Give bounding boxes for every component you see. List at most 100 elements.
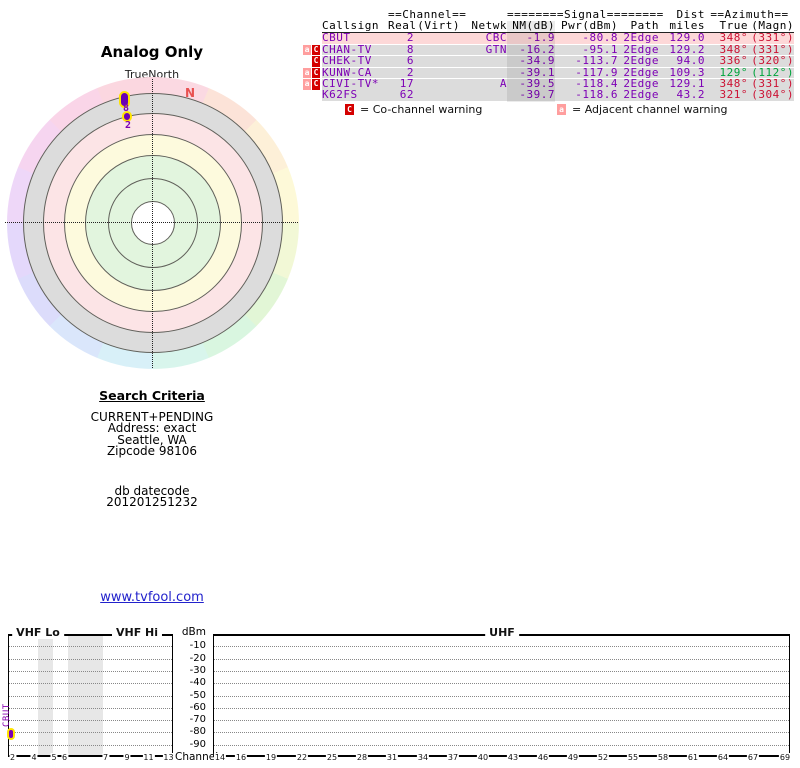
- compass-north-label: N: [185, 86, 196, 100]
- gridline--20-dbm: [9, 658, 172, 660]
- dbm-axis-title: dBm: [181, 626, 206, 638]
- dbm-tick--10: -10: [189, 640, 206, 652]
- channel-tick-58: 58: [656, 752, 670, 762]
- cell-netwk: [460, 56, 507, 67]
- gridline--50-dbm: [214, 695, 789, 697]
- gridline--80-dbm: [9, 732, 172, 734]
- channel-axis-title: Channel: [175, 751, 219, 763]
- cell-virt: [414, 68, 460, 79]
- marker-label-2: 2: [125, 120, 132, 131]
- gridline--10-dbm: [214, 646, 789, 648]
- adjacent-channel-warning-icon: a: [303, 67, 311, 79]
- cell-netwk: [460, 90, 507, 101]
- channel-tick-69: 69: [778, 752, 792, 762]
- dbm-tick--50: -50: [189, 689, 206, 701]
- column-header-miles: miles: [669, 18, 705, 32]
- search-zipcode: Zipcode 98106: [106, 444, 198, 458]
- gridline--80-dbm: [214, 732, 789, 734]
- channel-tick-11: 11: [142, 752, 155, 762]
- channel-tick-46: 46: [536, 752, 550, 762]
- gridline--30-dbm: [9, 670, 172, 672]
- channel-tick-4: 4: [30, 752, 38, 762]
- uhf-panel: [213, 634, 790, 757]
- dbm-tick--20: -20: [189, 652, 206, 664]
- column-header-path: Path: [630, 18, 659, 32]
- cell-virt: [414, 56, 460, 67]
- gridline--30-dbm: [214, 670, 789, 672]
- column-header-virt: (Virt): [417, 18, 460, 32]
- channel-tick-67: 67: [746, 752, 760, 762]
- column-header-magn_az: (Magn): [751, 18, 794, 32]
- gridline--70-dbm: [9, 720, 172, 722]
- co-channel-warning-icon: C: [345, 104, 354, 115]
- table-row-k62fs: K62FS 62 -39.7 -118.6 2Edge 43.2 321° (304°): [322, 90, 794, 101]
- cell-magn_az: (304°): [751, 88, 794, 102]
- channel-tick-7: 7: [101, 752, 110, 762]
- cell-nm_db: -39.7: [519, 88, 555, 102]
- channel-tick-14: 14: [213, 752, 227, 762]
- column-header-netwk: Netwk: [471, 18, 507, 32]
- marker-label-8: 8: [123, 103, 130, 114]
- vhf-lo-label: VHF Lo: [12, 626, 64, 639]
- cell-netwk: A: [499, 77, 507, 90]
- gridline--40-dbm: [9, 683, 172, 685]
- gridline--90-dbm: [9, 744, 172, 746]
- channel-tick-52: 52: [596, 752, 610, 762]
- gridline--60-dbm: [9, 707, 172, 709]
- channel-tick-9: 9: [123, 752, 131, 762]
- dbm-tick--80: -80: [189, 726, 206, 738]
- cell-miles: 43.2: [676, 88, 705, 102]
- channel-tick-34: 34: [416, 752, 430, 762]
- column-header-pwr_dbm: Pwr(dBm): [561, 18, 618, 32]
- cell-true_az: 321°: [719, 88, 748, 102]
- channel-tick-40: 40: [476, 752, 490, 762]
- tvfool-link[interactable]: www.tvfool.com: [100, 590, 204, 605]
- cell-callsign: K62FS: [322, 88, 358, 102]
- adjacent-channel-warning-icon: a: [303, 79, 311, 90]
- search-criteria-block: Search Criteria CURRENT+PENDING Address:…: [32, 390, 272, 509]
- adjacent-channel-legend-text: = Adjacent channel warning: [572, 103, 728, 116]
- co-channel-warning-icon: C: [312, 56, 320, 67]
- channel-tick-16: 16: [234, 752, 248, 762]
- gridline--60-dbm: [214, 707, 789, 709]
- gridline--10-dbm: [9, 646, 172, 648]
- cell-pwr_dbm: -118.6: [575, 88, 618, 102]
- channel-tick-64: 64: [716, 752, 730, 762]
- cell-netwk: GTN: [485, 42, 507, 56]
- channel-tick-5: 5: [50, 752, 58, 762]
- co-channel-warning-icon: C: [312, 79, 320, 90]
- channel-tick-25: 25: [325, 752, 339, 762]
- channel-tick-61: 61: [686, 752, 700, 762]
- cell-virt: [414, 45, 460, 56]
- channel-tick-28: 28: [355, 752, 369, 762]
- channel-tick-49: 49: [566, 752, 580, 762]
- dbm-tick--30: -30: [189, 664, 206, 676]
- column-header-nm_db: NM(dB): [512, 18, 555, 32]
- gridline--40-dbm: [214, 683, 789, 685]
- gridline--20-dbm: [214, 658, 789, 660]
- cell-virt: [414, 90, 460, 101]
- cell-real: 62: [399, 88, 414, 102]
- cell-virt: [414, 79, 460, 90]
- gridline--50-dbm: [9, 695, 172, 697]
- plot-center-circle: [131, 201, 175, 245]
- cbut-signal-label: CBUT: [2, 703, 12, 727]
- adjacent-channel-warning-icon: a: [303, 44, 311, 56]
- dbm-tick--40: -40: [189, 677, 206, 689]
- channel-tick-55: 55: [626, 752, 640, 762]
- column-header-real: Real: [388, 18, 417, 32]
- co-channel-warning-icon: C: [312, 44, 320, 56]
- gridline--90-dbm: [214, 744, 789, 746]
- channel-tick-43: 43: [506, 752, 520, 762]
- channel-tick-31: 31: [385, 752, 399, 762]
- adjacent-channel-warning-icon: a: [557, 104, 566, 115]
- cell-virt: [414, 33, 460, 44]
- dbm-tick--60: -60: [189, 701, 206, 713]
- co-channel-legend-text: = Co-channel warning: [360, 103, 483, 116]
- tvfool-report: Analog Only TrueNorth N 8 2 ==Channel== …: [0, 0, 800, 768]
- channel-tick-22: 22: [295, 752, 309, 762]
- db-datecode-value: 201201251232: [106, 495, 198, 509]
- dbm-tick--70: -70: [189, 714, 206, 726]
- vhf-panel: [8, 634, 173, 757]
